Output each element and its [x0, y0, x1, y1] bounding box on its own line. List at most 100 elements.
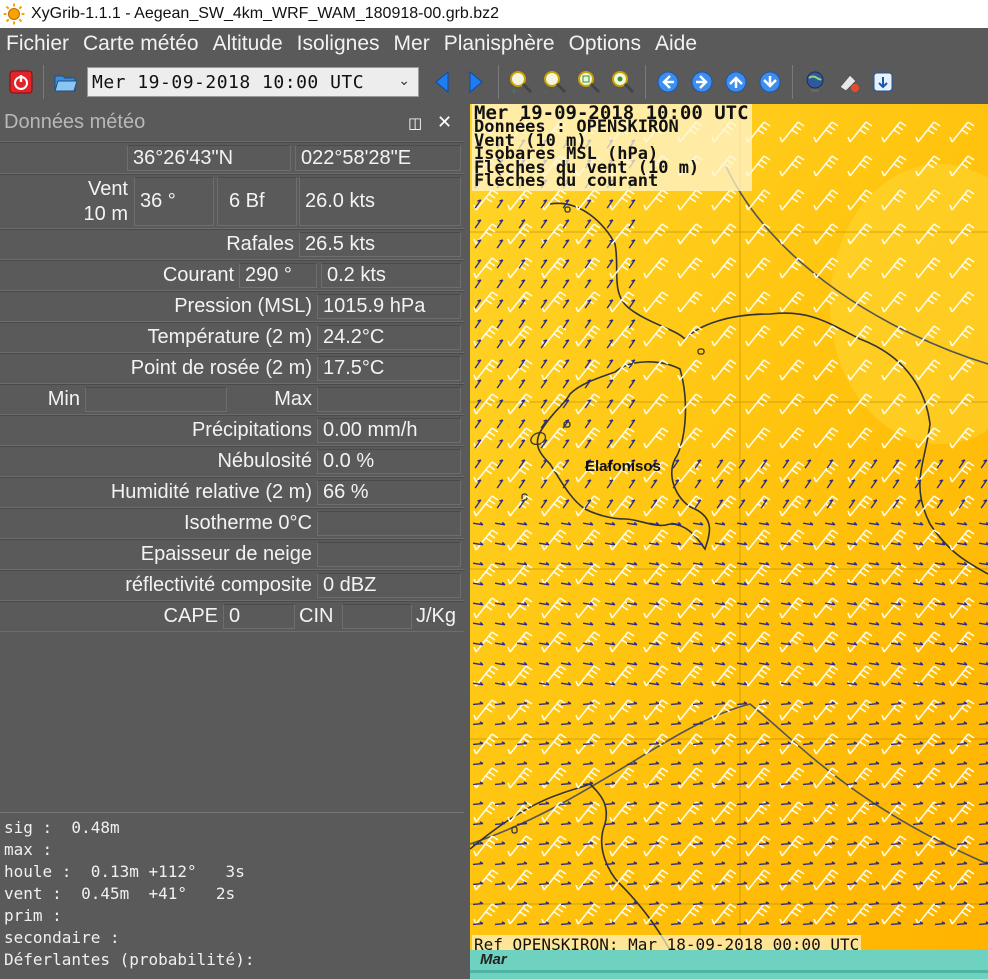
wind-label: Vent 10 m — [0, 177, 132, 226]
temperature-row: Température (2 m) 24.2°C — [0, 322, 464, 353]
pan-down-button[interactable] — [753, 65, 787, 99]
menu-options[interactable]: Options — [563, 32, 649, 56]
sea-state-line: secondaire : — [4, 928, 120, 947]
pan-up-icon — [725, 71, 747, 93]
previous-date-button[interactable] — [425, 65, 459, 99]
max-value — [317, 387, 461, 412]
zoom-out-icon: - — [544, 71, 567, 95]
menu-carte-meteo[interactable]: Carte météo — [77, 32, 207, 56]
current-row: Courant 290 ° 0.2 kts — [0, 260, 464, 291]
select-zone-icon — [839, 74, 859, 92]
gusts-label: Rafales — [226, 233, 294, 255]
snow-depth-row: Epaisseur de neige — [0, 539, 464, 570]
chevron-down-icon: ⌄ — [398, 73, 410, 89]
menu-mer[interactable]: Mer — [388, 32, 438, 56]
next-step-icon — [469, 70, 483, 94]
window-titlebar: XyGrib-1.1.1 - Aegean_SW_4km_WRF_WAM_180… — [0, 0, 988, 28]
zoom-fit-button[interactable] — [572, 65, 606, 99]
coords-row: 36°26'43"N 022°58'28"E — [0, 142, 464, 174]
weather-map[interactable]: Elafonisos Mer 19-09-2018 10:00 UTC Donn… — [470, 104, 988, 979]
panel-title: Données météo — [4, 111, 146, 133]
wind-direction-value: 36 ° — [134, 177, 214, 226]
cloud-cover-value: 0.0 % — [317, 449, 461, 474]
cape-row: CAPE 0 CIN J/Kg — [0, 601, 464, 632]
cape-unit-label: J/Kg — [416, 605, 457, 627]
prev-step-icon — [435, 70, 449, 94]
pressure-label: Pression (MSL) — [174, 295, 312, 317]
wind-row: Vent 10 m 36 ° 6 Bf 26.0 kts — [0, 174, 464, 229]
wind-field-map — [470, 104, 988, 950]
zoom-fit-icon — [578, 71, 601, 94]
humidity-row: Humidité relative (2 m) 66 % — [0, 477, 464, 508]
dewpoint-value: 17.5°C — [317, 356, 461, 381]
longitude-value: 022°58'28"E — [295, 145, 461, 171]
zoom-all-button[interactable] — [606, 65, 640, 99]
min-value — [85, 387, 227, 412]
pan-up-button[interactable] — [719, 65, 753, 99]
max-label: Max — [274, 388, 312, 410]
cin-value — [342, 604, 412, 629]
export-button[interactable] — [866, 65, 900, 99]
toolbar-separator — [498, 65, 499, 99]
export-icon — [873, 72, 893, 92]
date-selector[interactable]: Mer 19-09-2018 10:00 UTC ⌄ — [87, 67, 419, 97]
menu-isolignes[interactable]: Isolignes — [291, 32, 388, 56]
quit-button[interactable] — [4, 65, 38, 99]
pan-left-icon — [657, 71, 679, 93]
pan-right-button[interactable] — [685, 65, 719, 99]
temperature-value: 24.2°C — [317, 325, 461, 350]
place-label: Elafonisos — [585, 458, 661, 475]
sea-state-line: prim : — [4, 906, 62, 925]
planisphere-button[interactable] — [798, 65, 832, 99]
cape-label: CAPE — [163, 605, 218, 627]
overlay-current-arrows-layer: Flèches du courant — [474, 171, 659, 191]
reflectivity-label: réflectivité composite — [125, 574, 312, 596]
window-title: XyGrib-1.1.1 - Aegean_SW_4km_WRF_WAM_180… — [31, 5, 500, 22]
current-direction-value: 290 ° — [239, 263, 317, 288]
float-panel-icon[interactable]: ◫ — [408, 114, 422, 132]
temperature-label: Température (2 m) — [147, 326, 313, 348]
menu-altitude[interactable]: Altitude — [207, 32, 291, 56]
zoom-in-icon: + — [510, 71, 533, 95]
open-folder-icon — [54, 75, 78, 92]
wind-speed-value: 26.0 kts — [299, 177, 461, 226]
dewpoint-label: Point de rosée (2 m) — [130, 357, 312, 379]
wind-label-line2: 10 m — [83, 202, 128, 225]
toolbar-separator — [43, 65, 44, 99]
time-slider[interactable]: Mar — [470, 950, 988, 979]
cape-value: 0 — [223, 604, 295, 629]
snow-depth-value — [317, 542, 461, 567]
toolbar: Mer 19-09-2018 10:00 UTC ⌄ + - — [0, 60, 988, 104]
timeline-track — [470, 970, 988, 973]
zoom-all-icon — [612, 71, 635, 94]
freezing-level-row: Isotherme 0°C — [0, 508, 464, 539]
timeline-day-label: Mar — [480, 951, 507, 968]
humidity-value: 66 % — [317, 480, 461, 505]
sea-state-line: vent : 0.45m +41° 2s — [4, 884, 236, 903]
current-label: Courant — [162, 264, 234, 286]
close-icon[interactable]: ✕ — [437, 112, 452, 133]
sea-state-line: sig : 0.48m — [4, 818, 120, 837]
cloud-cover-row: Nébulosité 0.0 % — [0, 446, 464, 477]
pan-left-button[interactable] — [651, 65, 685, 99]
pan-down-icon — [759, 71, 781, 93]
app-logo-icon — [3, 3, 25, 25]
zoom-in-button[interactable]: + — [504, 65, 538, 99]
map-legend-overlay: Mer 19-09-2018 10:00 UTC Données : OPENS… — [472, 104, 752, 191]
next-date-button[interactable] — [459, 65, 493, 99]
sea-state-line: houle : 0.13m +112° 3s — [4, 862, 245, 881]
menu-aide[interactable]: Aide — [649, 32, 705, 56]
current-speed-value: 0.2 kts — [321, 263, 461, 288]
svg-text:+: + — [510, 87, 518, 95]
menu-planisphere[interactable]: Planisphère — [438, 32, 563, 56]
menu-fichier[interactable]: Fichier — [0, 32, 77, 56]
reflectivity-value: 0 dBZ — [317, 573, 461, 598]
minmax-row: Min Max — [0, 384, 464, 415]
open-file-button[interactable] — [49, 65, 83, 99]
svg-text:-: - — [544, 87, 547, 95]
precipitation-row: Précipitations 0.00 mm/h — [0, 415, 464, 446]
cloud-cover-label: Nébulosité — [217, 450, 312, 472]
zoom-out-button[interactable]: - — [538, 65, 572, 99]
cin-label: CIN — [299, 605, 334, 627]
select-zone-button[interactable] — [832, 65, 866, 99]
